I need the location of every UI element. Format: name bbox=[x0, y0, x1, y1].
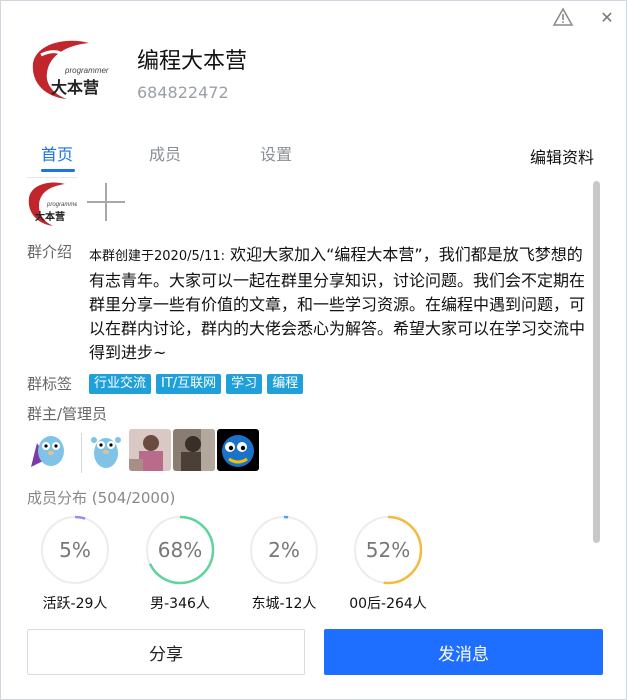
group-photo-thumbnail[interactable]: programmer 大本营 bbox=[27, 177, 81, 229]
member-count: (504/2000) bbox=[91, 489, 176, 507]
svg-text:programmer: programmer bbox=[64, 66, 109, 75]
photo-avatar-1[interactable] bbox=[129, 429, 171, 471]
tag-item[interactable]: IT/互联网 bbox=[156, 374, 222, 394]
tag-item[interactable]: 学习 bbox=[226, 374, 263, 394]
svg-text:大本营: 大本营 bbox=[35, 210, 65, 223]
edit-profile-link[interactable]: 编辑资料 bbox=[530, 144, 594, 168]
tag-item[interactable]: 编程 bbox=[267, 374, 304, 394]
tag-list: 行业交流 IT/互联网 学习 编程 bbox=[89, 374, 304, 394]
group-id: 684822472 bbox=[137, 83, 229, 102]
tab-bar: 首页 成员 设置 编辑资料 bbox=[1, 141, 627, 175]
photo-avatar-2[interactable] bbox=[173, 429, 215, 471]
svg-text:大本营: 大本营 bbox=[51, 78, 99, 97]
close-icon[interactable]: ✕ bbox=[593, 5, 621, 29]
distribution-label: 成员分布 bbox=[27, 489, 88, 507]
ring-caption: 男-346人 bbox=[150, 596, 210, 610]
distribution-title: 成员分布 (504/2000) bbox=[27, 487, 175, 508]
tab-members[interactable]: 成员 bbox=[149, 141, 181, 165]
intro-label: 群介绍 bbox=[27, 243, 73, 261]
ring-caption: 东城-12人 bbox=[251, 596, 317, 610]
home-content: programmer 大本营 群介绍 本群创建于2020/5/11: 欢迎大家加… bbox=[1, 175, 627, 610]
intro-text: 本群创建于2020/5/11: 欢迎大家加入“编程大本营”，我们都是放飞梦想的有… bbox=[89, 243, 595, 365]
active-tab-indicator bbox=[41, 169, 75, 172]
add-photo-icon[interactable] bbox=[85, 181, 127, 223]
svg-text:programmer: programmer bbox=[46, 202, 77, 208]
tags-label: 群标签 bbox=[27, 375, 73, 393]
ring-value: 2% bbox=[268, 538, 300, 562]
divider bbox=[81, 433, 82, 473]
group-avatar[interactable]: programmer 大本营 bbox=[27, 35, 115, 105]
gopher-caped-avatar[interactable] bbox=[27, 429, 69, 471]
tab-home[interactable]: 首页 bbox=[41, 141, 73, 165]
warning-triangle-icon[interactable] bbox=[549, 5, 577, 29]
blue-dog-avatar[interactable] bbox=[217, 429, 259, 471]
tag-item[interactable]: 行业交流 bbox=[89, 374, 152, 394]
ring-value: 5% bbox=[59, 538, 91, 562]
intro-created-date: 本群创建于2020/5/11: bbox=[89, 249, 226, 264]
ring-caption: 00后-264人 bbox=[349, 596, 427, 610]
ring-caption: 活跃-29人 bbox=[42, 596, 108, 610]
group-name: 编程大本营 bbox=[137, 49, 248, 74]
tab-settings[interactable]: 设置 bbox=[260, 141, 292, 165]
group-profile-window: ✕ programmer 大本营 编程大本营 684822472 首页 成员 设… bbox=[0, 0, 627, 700]
ring-value: 52% bbox=[365, 538, 411, 562]
admins-label: 群主/管理员 bbox=[27, 405, 108, 423]
ring-value: 68% bbox=[157, 538, 203, 562]
gopher-avatar[interactable] bbox=[85, 429, 127, 471]
send-message-button[interactable]: 发消息 bbox=[324, 629, 603, 675]
share-button[interactable]: 分享 bbox=[27, 629, 305, 675]
